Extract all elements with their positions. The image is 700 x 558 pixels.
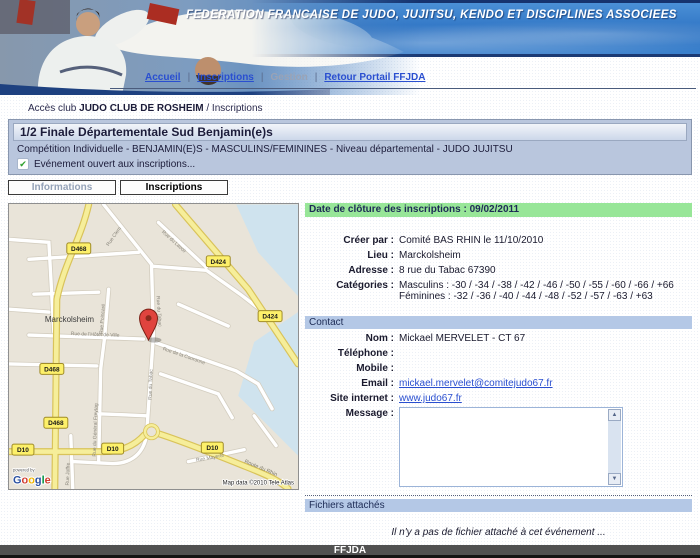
- scroll-up-icon[interactable]: ▲: [608, 409, 621, 421]
- breadcrumb-club: JUDO CLUB DE ROSHEIM: [79, 103, 203, 114]
- detail-value: 8 rue du Tabac 67390: [399, 263, 692, 278]
- event-status-text: Evénement ouvert aux inscriptions...: [34, 159, 195, 170]
- tab-inscriptions[interactable]: Inscriptions: [120, 180, 228, 195]
- textarea-scrollbar[interactable]: ▲ ▼: [608, 409, 621, 485]
- contact-label: Site internet :: [305, 391, 399, 406]
- nav-separator: |: [261, 72, 264, 83]
- closing-date-bar: Date de clôture des inscriptions : 09/02…: [305, 203, 692, 217]
- map[interactable]: D468 D424 D424 D468 D468 D10 D10 D10 Rue…: [9, 204, 298, 489]
- files-empty-message: Il n'y a pas de fichier attaché à cet év…: [305, 527, 692, 538]
- breadcrumb: Accès club JUDO CLUB DE ROSHEIM / Inscri…: [0, 95, 700, 114]
- contact-section-bar: Contact: [305, 316, 692, 329]
- detail-row-adresse: Adresse : 8 rue du Tabac 67390: [305, 263, 692, 278]
- contact-label: Message :: [305, 406, 399, 489]
- site-header: FEDERATION FRANCAISE DE JUDO, JUJITSU, K…: [0, 0, 700, 95]
- contact-value: Mickael MERVELET - CT 67: [399, 331, 692, 346]
- contact-row-mobile: Mobile :: [305, 361, 692, 376]
- detail-row-creer-par: Créer par : Comité BAS RHIN le 11/10/201…: [305, 233, 692, 248]
- road-badge-d468: D468: [48, 420, 64, 427]
- files-divider: [305, 495, 692, 496]
- message-textarea[interactable]: ▲ ▼: [399, 407, 623, 487]
- road-badge-d10: D10: [206, 445, 218, 452]
- google-letter: g: [35, 475, 42, 487]
- detail-label: Catégories :: [305, 278, 399, 304]
- event-subtitle: Compétition Individuelle - BENJAMIN(E)S …: [13, 141, 687, 155]
- contact-row-telephone: Téléphone :: [305, 346, 692, 361]
- svg-text:Google: Google: [13, 475, 51, 487]
- tab-bar: Informations Inscriptions: [8, 180, 692, 195]
- top-navigation: Accueil | Inscriptions | Gestion | Retou…: [145, 72, 425, 83]
- ffjda-inscriptions-page: FEDERATION FRANCAISE DE JUDO, JUJITSU, K…: [0, 0, 700, 558]
- contact-row-nom: Nom : Mickael MERVELET - CT 67: [305, 331, 692, 346]
- road-badge-d468: D468: [71, 246, 87, 253]
- nav-separator: |: [315, 72, 318, 83]
- files-section-bar: Fichiers attachés: [305, 499, 692, 512]
- nav-inscriptions[interactable]: Inscriptions: [197, 72, 254, 83]
- contact-row-site: Site internet : www.judo67.fr: [305, 391, 692, 406]
- detail-row-lieu: Lieu : Marckolsheim: [305, 248, 692, 263]
- contact-label: Mobile :: [305, 361, 399, 376]
- detail-label: Adresse :: [305, 263, 399, 278]
- website-link[interactable]: www.judo67.fr: [399, 393, 462, 404]
- page-footer: FFJDA: [0, 545, 700, 558]
- road-badge-d468: D468: [44, 366, 60, 373]
- check-icon: ✔: [17, 158, 29, 170]
- detail-value: Comité BAS RHIN le 11/10/2010: [399, 233, 692, 248]
- scroll-down-icon[interactable]: ▼: [608, 473, 621, 485]
- contact-row-message: Message : ▲ ▼: [305, 406, 692, 489]
- map-attribution: Map data ©2010 Tele Atlas: [223, 480, 294, 487]
- contact-label: Nom :: [305, 331, 399, 346]
- nav-accueil[interactable]: Accueil: [145, 72, 181, 83]
- breadcrumb-prefix: Accès club: [28, 103, 76, 114]
- contact-label: Email :: [305, 376, 399, 391]
- email-link[interactable]: mickael.mervelet@comitejudo67.fr: [399, 378, 553, 389]
- event-title: 1/2 Finale Départementale Sud Benjamin(e…: [13, 123, 687, 141]
- nav-retour-portail[interactable]: Retour Portail FFJDA: [324, 72, 425, 83]
- map-town-label: Marckolsheim: [45, 315, 95, 324]
- contact-table: Nom : Mickael MERVELET - CT 67 Téléphone…: [305, 331, 692, 489]
- google-letter: G: [13, 475, 22, 487]
- detail-row-categories: Catégories : Masculins : -30 / -34 / -38…: [305, 278, 692, 304]
- event-details-panel: Date de clôture des inscriptions : 09/02…: [305, 203, 692, 538]
- street-label-tabac-2: Rue du Tabac: [148, 369, 155, 400]
- contact-value: [399, 361, 692, 376]
- nav-divider: [110, 88, 696, 89]
- categories-feminines: Féminines : -32 / -36 / -40 / -44 / -48 …: [399, 291, 692, 302]
- categories-masculins: Masculins : -30 / -34 / -38 / -42 / -46 …: [399, 280, 692, 291]
- breadcrumb-rest: / Inscriptions: [206, 103, 262, 114]
- road-badge-d10: D10: [107, 446, 119, 453]
- contact-value: [399, 346, 692, 361]
- powered-by-label: powered by: [13, 468, 35, 473]
- street-label-joffre: Rue Joffre: [65, 462, 72, 485]
- contact-label: Téléphone :: [305, 346, 399, 361]
- banner-title: FEDERATION FRANCAISE DE JUDO, JUJITSU, K…: [186, 9, 677, 21]
- road-badge-d424: D424: [211, 259, 227, 266]
- detail-label: Créer par :: [305, 233, 399, 248]
- nav-separator: |: [188, 72, 191, 83]
- event-status: ✔ Evénement ouvert aux inscriptions...: [13, 155, 687, 170]
- contact-row-email: Email : mickael.mervelet@comitejudo67.fr: [305, 376, 692, 391]
- road-badge-d424: D424: [262, 314, 278, 321]
- tab-informations[interactable]: Informations: [8, 180, 116, 195]
- nav-gestion-disabled: Gestion: [270, 72, 307, 83]
- details-table: Créer par : Comité BAS RHIN le 11/10/201…: [305, 233, 692, 304]
- detail-value: Marckolsheim: [399, 248, 692, 263]
- map-container: D468 D424 D424 D468 D468 D10 D10 D10 Rue…: [8, 203, 299, 490]
- road-badge-d10: D10: [17, 447, 29, 454]
- main-content: D468 D424 D424 D468 D468 D10 D10 D10 Rue…: [8, 203, 692, 538]
- detail-label: Lieu :: [305, 248, 399, 263]
- event-header-box: 1/2 Finale Départementale Sud Benjamin(e…: [8, 119, 692, 175]
- detail-value: Masculins : -30 / -34 / -38 / -42 / -46 …: [399, 278, 692, 304]
- google-letter: e: [45, 475, 51, 487]
